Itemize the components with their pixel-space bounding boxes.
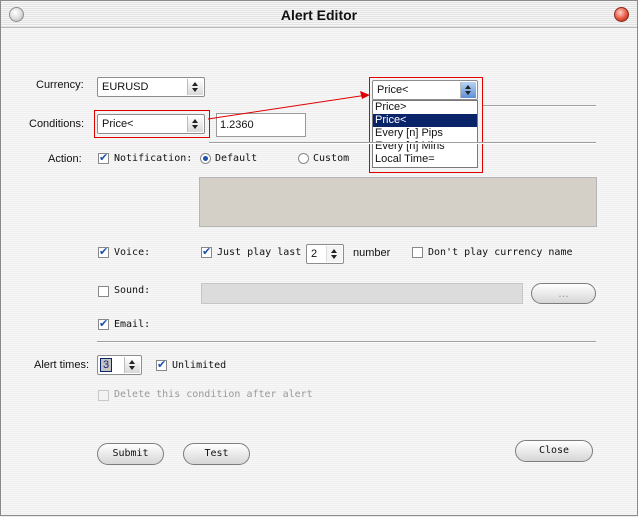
updown-arrow-icon xyxy=(326,246,342,262)
alert-times-label: Alert times: xyxy=(34,359,90,371)
play-last-label: Just play last xyxy=(217,247,302,258)
voice-checkbox[interactable] xyxy=(98,245,109,258)
delete-after-alert-checkbox[interactable] xyxy=(98,390,109,401)
notification-checkbox[interactable] xyxy=(98,151,109,164)
annotation-arrow-line xyxy=(207,94,368,120)
sound-checkbox[interactable] xyxy=(98,286,109,297)
custom-radio[interactable] xyxy=(298,153,309,164)
custom-label: Custom xyxy=(313,153,350,164)
unlimited-checkbox[interactable] xyxy=(156,358,167,371)
number-label: number xyxy=(353,247,391,259)
alert-times-stepper[interactable]: 3 xyxy=(97,355,142,375)
updown-arrow-icon xyxy=(124,357,140,373)
play-count-stepper[interactable]: 2 xyxy=(306,244,344,264)
dont-play-currency-label: Don't play currency name xyxy=(428,247,573,258)
action-label: Action: xyxy=(48,153,82,165)
annotation-arrowhead xyxy=(360,91,370,99)
voice-label: Voice: xyxy=(114,247,151,258)
close-button[interactable]: Close xyxy=(515,440,593,462)
test-button[interactable]: Test xyxy=(183,443,250,465)
email-label: Email: xyxy=(114,319,151,330)
email-checkbox[interactable] xyxy=(98,317,109,330)
default-radio[interactable] xyxy=(200,153,211,164)
dont-play-currency-checkbox[interactable] xyxy=(412,247,423,258)
divider xyxy=(209,142,596,144)
sound-label: Sound: xyxy=(114,285,151,296)
sound-file-input[interactable] xyxy=(201,283,523,304)
play-count-value: 2 xyxy=(311,248,318,260)
browse-sound-button[interactable]: ... xyxy=(531,283,596,304)
notification-label: Notification: xyxy=(114,153,193,164)
divider xyxy=(97,341,596,343)
delete-after-alert-label: Delete this condition after alert xyxy=(114,389,313,400)
play-last-checkbox[interactable] xyxy=(201,245,212,258)
unlimited-label: Unlimited xyxy=(172,360,227,371)
submit-button[interactable]: Submit xyxy=(97,443,164,465)
default-label: Default xyxy=(215,153,258,164)
notification-message-area[interactable] xyxy=(199,177,597,227)
alert-editor-window: Alert Editor Currency: EURUSD Price< Pri… xyxy=(0,0,638,516)
alert-times-value: 3 xyxy=(100,358,113,372)
